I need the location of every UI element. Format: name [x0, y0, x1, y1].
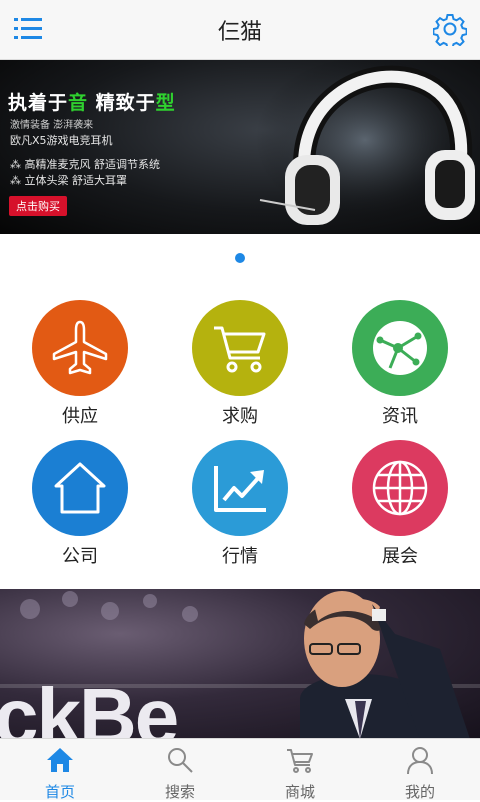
tab-home[interactable]: 首页	[0, 739, 120, 801]
home-icon	[47, 748, 73, 772]
user-icon	[407, 747, 433, 775]
category-company[interactable]: 公司	[0, 436, 160, 571]
airplane-icon	[32, 300, 128, 396]
tab-label: 我的	[404, 783, 435, 801]
banner-headline: 执着于音 精致于型	[8, 92, 176, 114]
category-label: 供应	[62, 406, 98, 427]
banner-subtitle: 激情装备 澎湃袭来	[10, 120, 94, 131]
banner-feature: ⁂ 高精准麦克风 舒适调节系统	[10, 158, 160, 171]
globe-icon	[352, 440, 448, 536]
tab-label: 搜索	[164, 783, 195, 801]
app-title: 仨猫	[217, 20, 262, 45]
photo-caption-text: ckBe	[0, 672, 179, 740]
search-icon	[168, 748, 193, 773]
news-photo-banner[interactable]: ckBe	[0, 589, 480, 739]
gear-icon[interactable]	[433, 12, 467, 46]
promo-banner[interactable]: 执着于音 精致于型 激情装备 澎湃袭来 欧凡X5游戏电竞耳机 ⁂ 高精准麦克风 …	[0, 60, 480, 234]
tab-label: 首页	[44, 783, 75, 801]
category-exhibition[interactable]: 展会	[320, 436, 480, 571]
banner-feature: ⁂ 立体头梁 舒适大耳罩	[10, 174, 127, 187]
tab-label: 商城	[284, 783, 315, 801]
category-label: 展会	[382, 546, 418, 567]
trend-chart-icon	[192, 440, 288, 536]
category-label: 资讯	[382, 406, 418, 427]
carousel-dot-active[interactable]	[235, 253, 245, 263]
headset-image	[255, 60, 475, 225]
category-label: 公司	[62, 546, 98, 567]
category-purchase[interactable]: 求购	[160, 296, 320, 431]
category-market[interactable]: 行情	[160, 436, 320, 571]
category-grid: 供应 求购 资讯 公司 行情 展会	[0, 296, 480, 576]
buy-button[interactable]: 点击购买	[9, 196, 67, 216]
category-label: 求购	[222, 406, 258, 427]
category-label: 行情	[222, 546, 258, 567]
tab-search[interactable]: 搜索	[120, 739, 240, 801]
tab-mall[interactable]: 商城	[240, 739, 360, 801]
category-news[interactable]: 资讯	[320, 296, 480, 431]
cart-icon	[287, 749, 313, 773]
tab-profile[interactable]: 我的	[360, 739, 480, 801]
banner-product-name: 欧凡X5游戏电竞耳机	[10, 134, 113, 147]
cart-icon	[192, 300, 288, 396]
globe-network-icon	[352, 300, 448, 396]
bottom-tab-bar: 首页 搜索 商城 我的	[0, 738, 480, 801]
house-icon	[32, 440, 128, 536]
top-bar: 仨猫	[0, 0, 480, 60]
carousel-indicator	[0, 248, 480, 263]
category-supply[interactable]: 供应	[0, 296, 160, 431]
